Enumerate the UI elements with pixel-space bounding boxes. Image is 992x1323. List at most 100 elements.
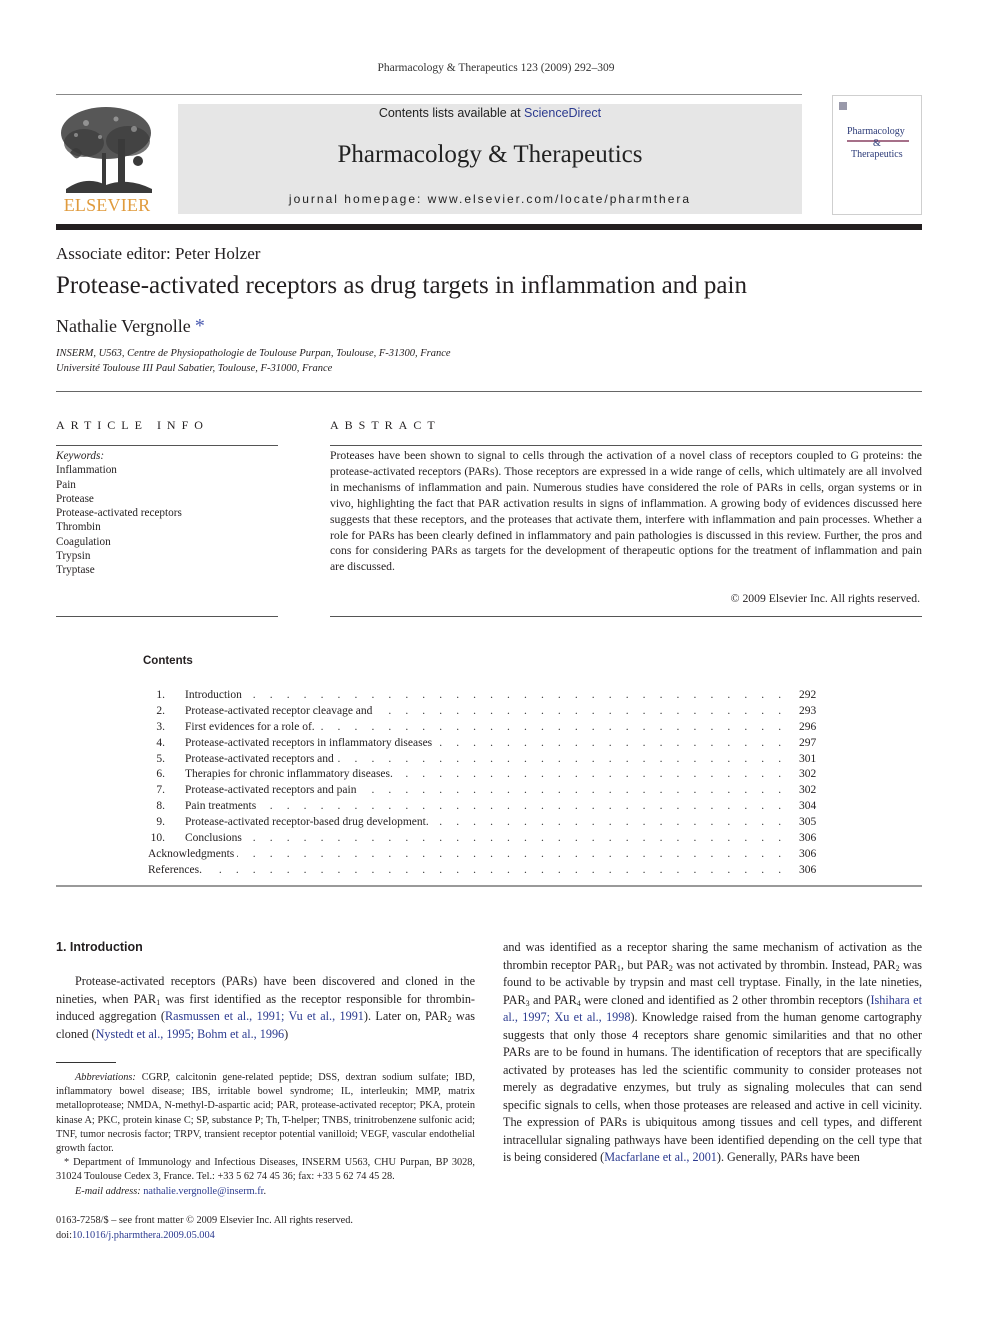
abbreviations-label: Abbreviations:: [75, 1072, 136, 1083]
toc-entry[interactable]: 1. . . . . . . . . . . . . . . . . . . .…: [143, 688, 823, 704]
toc-entry[interactable]: 3. . . . . . . . . . . . . . . . . . . .…: [143, 719, 823, 736]
journal-title: Pharmacology & Therapeutics: [337, 141, 643, 168]
toc-entry[interactable]: 5. . . . . . . . . . . . . . . . . . . .…: [143, 751, 823, 768]
toc-number: 8.: [156, 800, 165, 813]
text: ). Later on, PAR: [363, 1009, 448, 1023]
copyright-notice: © 2009 Elsevier Inc. All rights reserved…: [730, 592, 920, 605]
toc-entry[interactable]: 4. . . . . . . . . . . . . . . . . . . .…: [143, 735, 823, 752]
keyword: Pain: [56, 478, 76, 491]
body-text-left-column: Protease-activated receptors (PARs) have…: [56, 973, 475, 1043]
elsevier-wordmark[interactable]: ELSEVIER: [56, 195, 158, 216]
contents-availability: Contents lists available at ScienceDirec…: [178, 106, 802, 120]
abstract-heading: ABSTRACT: [330, 418, 441, 432]
running-header: Pharmacology & Therapeutics 123 (2009) 2…: [377, 62, 615, 74]
footnotes: Abbreviations: CGRP, calcitonin gene-rel…: [56, 1071, 475, 1199]
citation-link[interactable]: Macfarlane et al., 2001: [604, 1150, 717, 1164]
abstract-text: Proteases have been shown to signal to c…: [330, 449, 922, 574]
footnote-rule: [56, 1062, 116, 1063]
toc-number: 9.: [156, 816, 165, 829]
toc-title[interactable]: Acknowledgments: [148, 846, 238, 863]
toc-title[interactable]: Conclusions: [185, 831, 245, 847]
journal-cover-thumbnail[interactable]: Pharmacology & Therapeutics: [832, 95, 922, 215]
keywords-label: Keywords:: [56, 450, 105, 462]
toc-entry[interactable]: . . . . . . . . . . . . . . . . . . . . …: [143, 862, 823, 879]
toc-number: 2.: [156, 704, 165, 717]
citation-link[interactable]: Nystedt et al., 1995; Bohm et al., 1996: [96, 1027, 285, 1041]
toc-leader: . . . . . . . . . . . . . . . . . . . . …: [185, 832, 783, 845]
affiliation: INSERM, U563, Centre de Physiopathologie…: [56, 348, 451, 359]
toc-page: 292: [799, 689, 817, 701]
cover-title-line1: Pharmacology: [847, 126, 905, 137]
text: and PAR: [529, 992, 577, 1007]
toc-number: 1.: [156, 689, 165, 701]
toc-entry[interactable]: 9. . . . . . . . . . . . . . . . . . . .…: [143, 815, 823, 832]
mini-logo-icon: [839, 102, 847, 110]
toc-leader: . . . . . . . . . . . . . . . . . . . . …: [185, 847, 783, 860]
toc-title[interactable]: Therapies for chronic inflammatory disea…: [185, 767, 396, 784]
toc-page: 304: [799, 800, 817, 813]
toc-page: 306: [799, 847, 817, 860]
toc-number: 4.: [156, 736, 165, 749]
citation-link[interactable]: Rasmussen et al., 1991; Vu et al., 1991: [165, 1009, 364, 1023]
toc-number: 3.: [156, 720, 165, 733]
cover-title-line2: Therapeutics: [851, 149, 903, 160]
email-footnote: E-mail address: nathalie.vergnolle@inser…: [56, 1185, 475, 1199]
masthead-bottom-rule: [56, 224, 922, 230]
keyword: Protease: [56, 492, 94, 505]
toc-entry[interactable]: . . . . . . . . . . . . . . . . . . . . …: [143, 846, 823, 863]
body-text-right-column: and was identified as a receptor sharing…: [503, 939, 922, 1167]
toc-leader: . . . . . . . . . . . . . . . . . . . . …: [185, 863, 783, 876]
email-link[interactable]: nathalie.vergnolle@inserm.fr: [143, 1186, 263, 1197]
keyword: Thrombin: [56, 521, 101, 534]
section-heading: 1. Introduction: [56, 940, 143, 954]
toc-leader: . . . . . . . . . . . . . . . . . . . . …: [185, 800, 783, 813]
toc-entry[interactable]: 2. . . . . . . . . . . . . . . . . . . .…: [143, 703, 823, 720]
divider: [56, 616, 278, 617]
toc-entry[interactable]: 6. . . . . . . . . . . . . . . . . . . .…: [143, 767, 823, 784]
toc-number: 5.: [156, 752, 165, 765]
divider: [330, 445, 922, 446]
masthead-top-rule: [56, 94, 802, 95]
sciencedirect-link[interactable]: ScienceDirect: [524, 106, 601, 120]
keyword: Tryptase: [56, 564, 95, 577]
toc-title[interactable]: Protease-activated receptor cleavage and: [185, 703, 376, 720]
article-info-heading: ARTICLE INFO: [56, 418, 209, 432]
toc-page: 296: [799, 720, 817, 733]
corresponding-author-footnote: * Department of Immunology and Infectiou…: [56, 1157, 475, 1183]
divider: [56, 445, 278, 446]
article-title: Protease-activated receptors as drug tar…: [56, 272, 747, 299]
toc-page: 305: [799, 816, 817, 829]
toc-number: 6.: [156, 768, 165, 781]
doi-line: doi:10.1016/j.pharmthera.2009.05.004: [56, 1229, 353, 1244]
toc-entry[interactable]: 7. . . . . . . . . . . . . . . . . . . .…: [143, 783, 823, 800]
toc-title[interactable]: Protease-activated receptors in inflamma…: [185, 735, 436, 752]
text: .: [263, 1185, 267, 1197]
author-name: Nathalie Vergnolle: [56, 316, 191, 336]
toc-entry[interactable]: 10. . . . . . . . . . . . . . . . . . . …: [143, 831, 823, 847]
text: was not activated by thrombin. Instead, …: [672, 957, 896, 972]
author-line: Nathalie Vergnolle *: [56, 315, 205, 338]
toc-page: 302: [799, 784, 817, 797]
journal-homepage-link[interactable]: journal homepage: www.elsevier.com/locat…: [178, 192, 802, 206]
doi-prefix: doi:: [56, 1229, 73, 1241]
divider: [330, 616, 922, 617]
toc-title[interactable]: Protease-activated receptors and pain: [185, 783, 360, 800]
issn-line: 0163-7258/$ – see front matter © 2009 El…: [56, 1215, 353, 1226]
abbreviations-text: CGRP, calcitonin gene-related peptide; D…: [56, 1072, 475, 1155]
doi-link[interactable]: 10.1016/j.pharmthera.2009.05.004: [72, 1230, 215, 1241]
toc-title[interactable]: Pain treatments: [185, 799, 260, 816]
toc-title[interactable]: First evidences for a role of.: [185, 719, 318, 736]
toc-page: 297: [799, 736, 817, 749]
toc-number: 10.: [150, 832, 165, 845]
corresponding-author-link[interactable]: *: [195, 315, 205, 337]
toc-page: 301: [799, 752, 817, 765]
toc-page: 302: [799, 768, 817, 781]
toc-title[interactable]: References.: [148, 862, 205, 879]
toc-entry[interactable]: 8. . . . . . . . . . . . . . . . . . . .…: [143, 799, 823, 816]
keyword: Trypsin: [56, 550, 91, 563]
toc-title[interactable]: Protease-activated receptor-based drug d…: [185, 815, 432, 832]
cover-ampersand: &: [873, 138, 881, 149]
email-label: E-mail address:: [75, 1185, 141, 1197]
toc-title[interactable]: Introduction: [185, 688, 245, 704]
toc-title[interactable]: Protease-activated receptors and: [185, 751, 337, 768]
